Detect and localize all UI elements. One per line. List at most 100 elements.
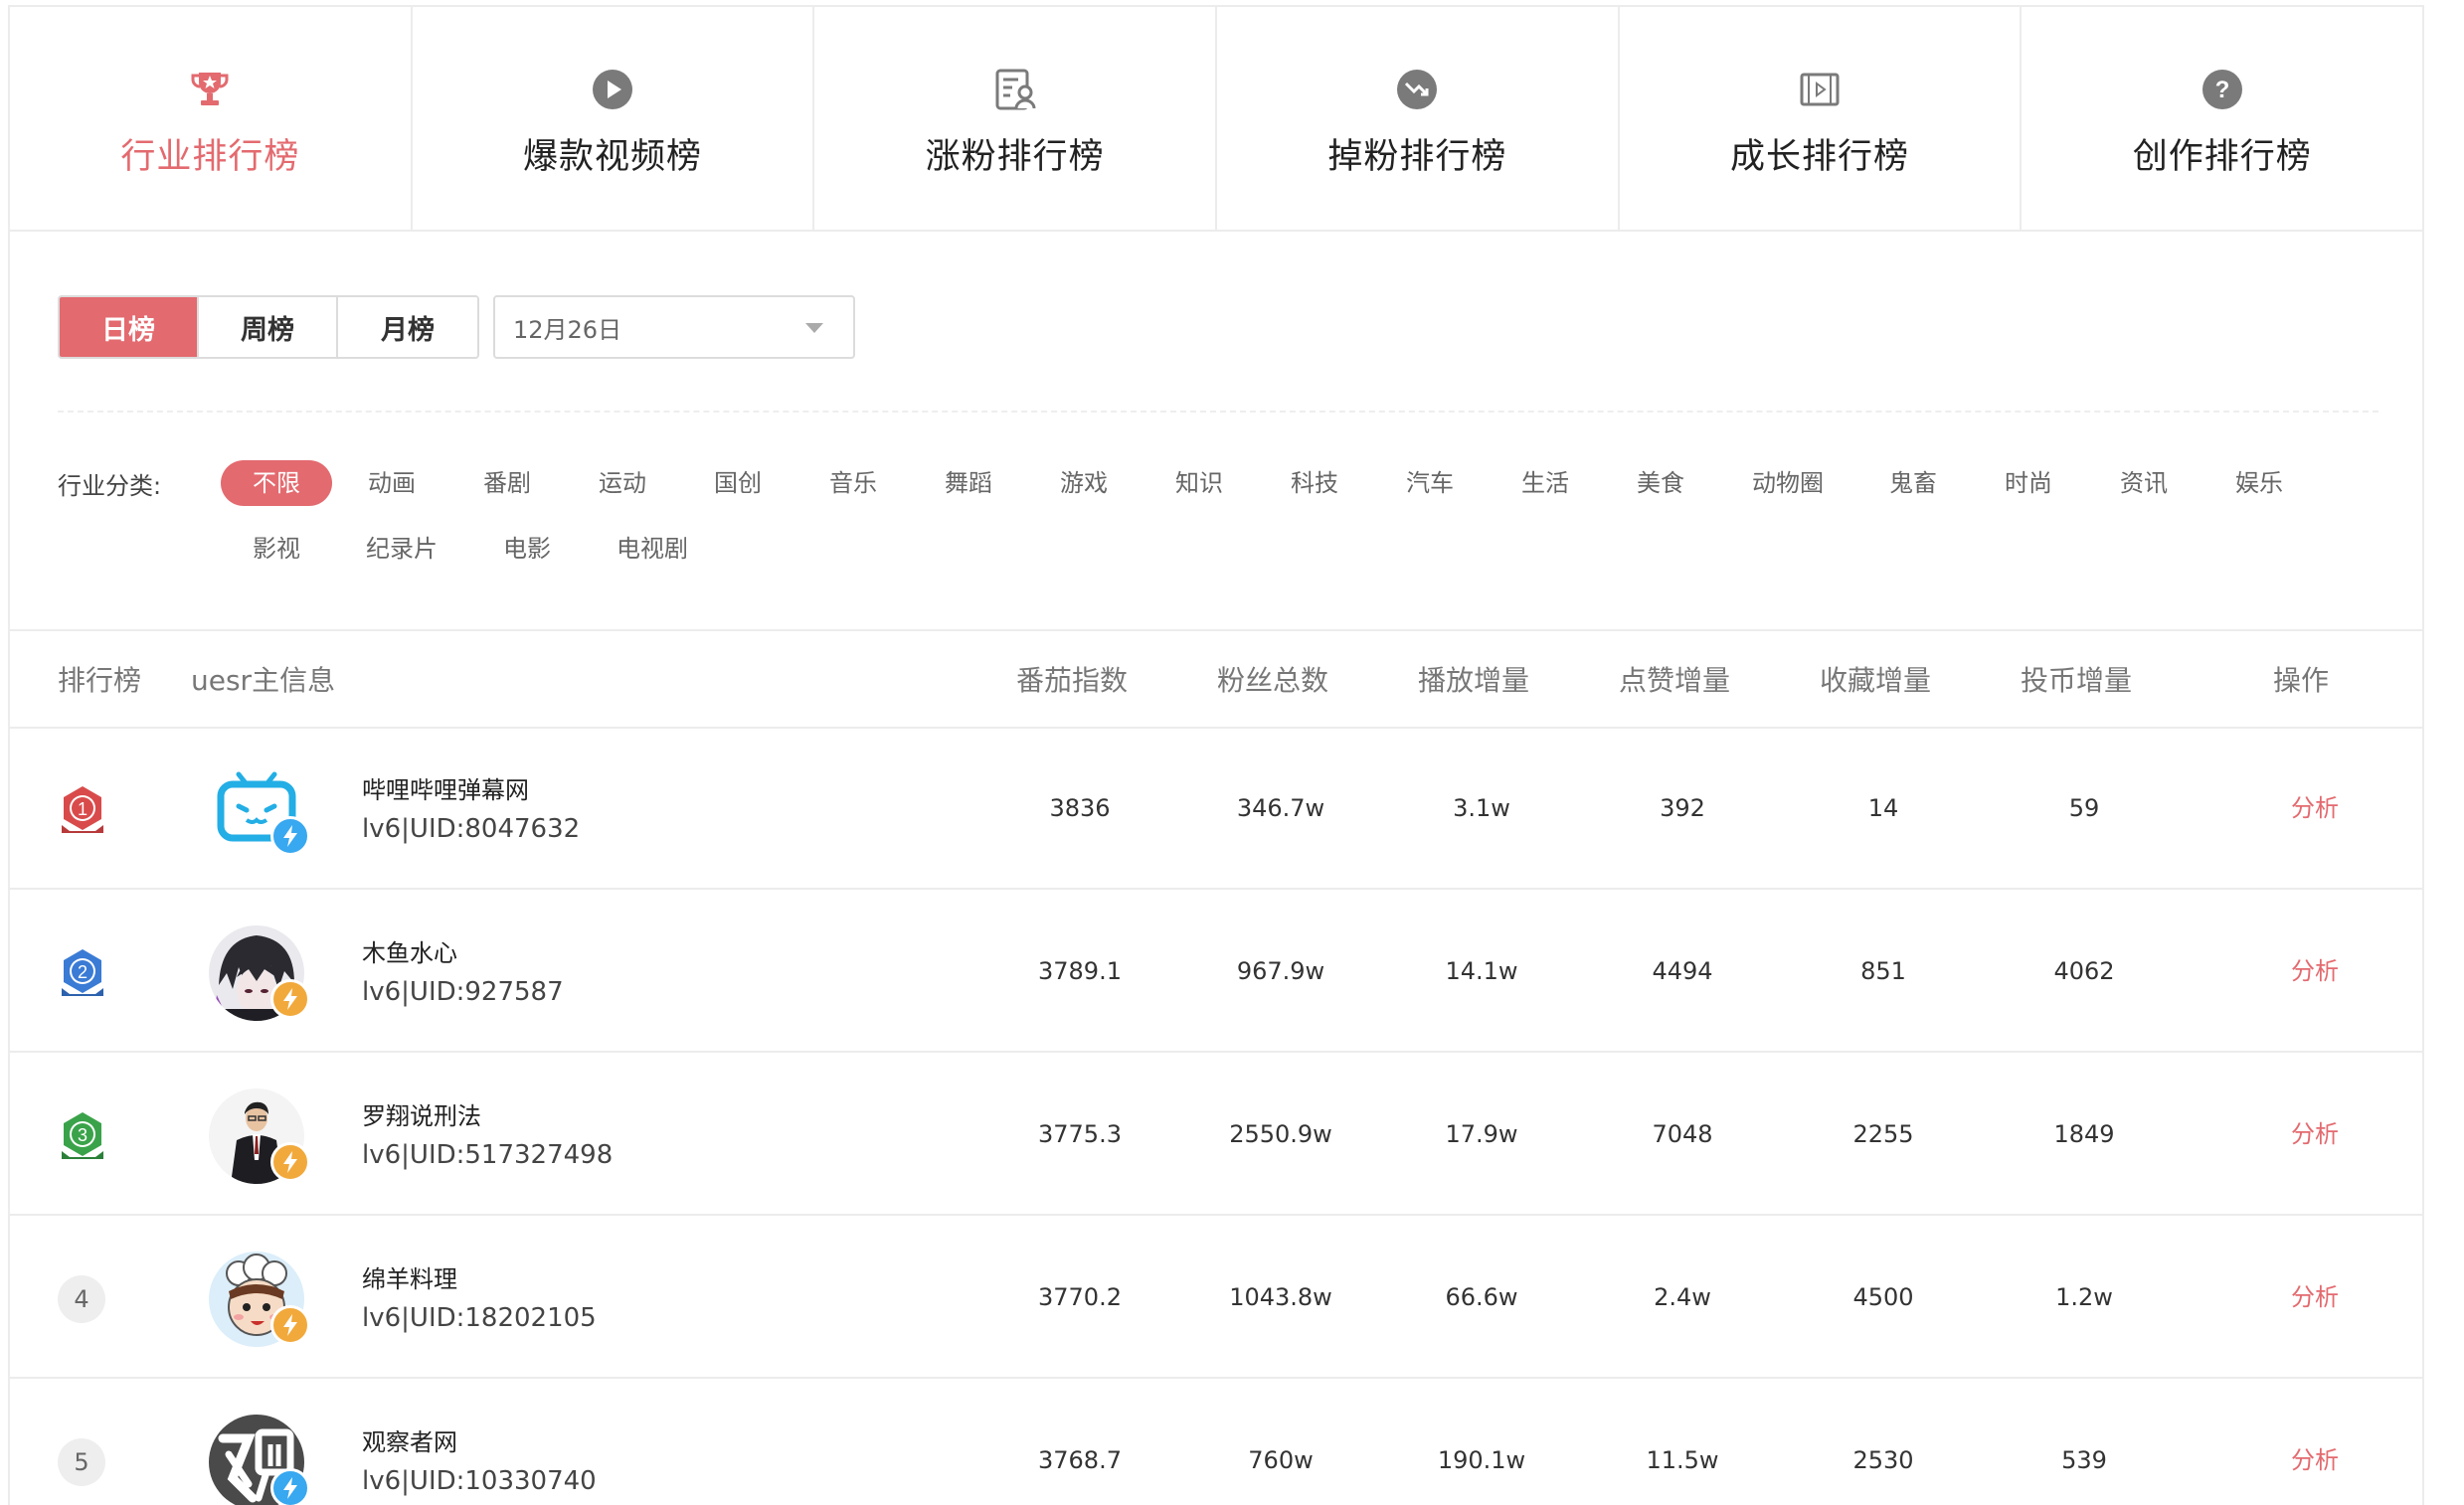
lightning-badge-icon [270,1305,310,1345]
play-growth-value: 190.1w [1437,1446,1526,1474]
tab-hot-video-ranking[interactable]: 爆款视频榜 [413,7,815,232]
tab-creation-ranking[interactable]: ? 创作排行榜 [2022,7,2422,232]
tab-label: 涨粉排行榜 [925,137,1105,177]
coin-growth-value: 59 [2068,794,2100,822]
play-growth-value: 3.1w [1453,794,1510,822]
category-chip[interactable]: 国创 [688,460,788,506]
coin-growth-value: 4062 [2053,957,2115,985]
header-user-info: uesr主信息 [191,664,336,697]
lightning-badge-icon [270,816,310,856]
header-action: 操作 [2273,664,2330,697]
category-chip[interactable]: 运动 [573,460,672,506]
avatar[interactable] [209,1415,310,1505]
play-growth-value: 14.1w [1445,957,1518,985]
category-chip[interactable]: 音乐 [803,460,903,506]
rank-number: 4 [58,1275,105,1323]
period-daily-button[interactable]: 日榜 [60,297,199,357]
divider [58,411,2378,413]
header-coin-growth: 投币增量 [2021,664,2133,697]
category-chip[interactable]: 游戏 [1034,460,1134,506]
avatar[interactable] [209,762,310,858]
user-name[interactable]: 罗翔说刑法 [362,1096,481,1131]
play-icon [588,65,637,114]
category-chip-all[interactable]: 不限 [221,460,332,506]
category-chip[interactable]: 动画 [342,460,441,506]
favorite-growth-value: 851 [1860,957,1906,985]
header-rank: 排行榜 [58,664,142,697]
category-chip[interactable]: 电影 [477,526,577,572]
user-uid: lv6|UID:517327498 [362,1140,614,1170]
category-chip[interactable]: 电视剧 [593,526,712,572]
tab-fans-loss-ranking[interactable]: 掉粉排行榜 [1217,7,1620,232]
rank-number: 5 [58,1438,105,1486]
table-row: 4 绵羊料理 lv6|UID:18202105 3770.2 1043.8w 6… [10,1218,2422,1379]
tomato-index-value: 3789.1 [1038,957,1122,985]
avatar[interactable] [209,1252,310,1347]
period-monthly-button[interactable]: 月榜 [338,297,477,357]
favorite-growth-value: 14 [1867,794,1899,822]
tab-industry-ranking[interactable]: 行业排行榜 [10,7,413,232]
header-favorite-growth: 收藏增量 [1820,664,1932,697]
category-chip[interactable]: 纪录片 [342,526,461,572]
category-chip[interactable]: 鬼畜 [1863,460,1963,506]
category-chip[interactable]: 影视 [227,526,326,572]
analyze-link[interactable]: 分析 [2265,1381,2365,1505]
category-chip[interactable]: 娱乐 [2209,460,2309,506]
tab-fans-gain-ranking[interactable]: 涨粉排行榜 [814,7,1218,232]
category-chip[interactable]: 资讯 [2094,460,2194,506]
rank-silver-badge-icon: 2 [58,946,107,1002]
table-row: 3 罗翔说刑法 lv6|UID:517327498 3775.3 2550.9w… [10,1055,2422,1216]
rank-bronze-badge-icon: 3 [58,1109,107,1165]
header-play-growth: 播放增量 [1418,664,1530,697]
analyze-link[interactable]: 分析 [2265,892,2365,1051]
category-chip[interactable]: 番剧 [457,460,557,506]
tab-growth-ranking[interactable]: 成长排行榜 [1620,7,2023,232]
tomato-index-value: 3770.2 [1038,1283,1122,1311]
category-chip[interactable]: 动物圈 [1728,460,1848,506]
category-chip[interactable]: 美食 [1611,460,1710,506]
like-growth-value: 7048 [1652,1120,1713,1148]
tab-label: 掉粉排行榜 [1327,137,1507,177]
date-select-value: 12月26日 [513,315,622,344]
user-name[interactable]: 哔哩哔哩弹幕网 [362,770,529,805]
coin-growth-value: 1849 [2053,1120,2115,1148]
date-select[interactable]: 12月26日 [493,295,855,359]
category-label: 行业分类: [58,472,162,500]
user-uid: lv6|UID:10330740 [362,1466,597,1496]
period-weekly-button[interactable]: 周榜 [199,297,338,357]
film-icon [1795,65,1845,114]
like-growth-value: 4494 [1652,957,1713,985]
table-row: 1 哔哩哔哩弹幕网 lv6|UID:8047632 3836 346.7w 3.… [10,729,2422,890]
user-name[interactable]: 观察者网 [362,1422,457,1457]
rank-number: 2 [78,962,88,982]
favorite-growth-value: 4500 [1852,1283,1914,1311]
category-chip[interactable]: 汽车 [1380,460,1480,506]
category-chip[interactable]: 科技 [1265,460,1364,506]
rank-number: 3 [78,1125,88,1145]
user-name[interactable]: 木鱼水心 [362,933,457,968]
avatar[interactable] [209,1088,310,1184]
play-growth-value: 66.6w [1445,1283,1518,1311]
user-list-icon [990,65,1040,114]
analyze-link[interactable]: 分析 [2265,1055,2365,1214]
tab-label: 行业排行榜 [120,137,300,177]
like-growth-value: 392 [1660,794,1705,822]
total-fans-value: 346.7w [1236,794,1325,822]
total-fans-value: 2550.9w [1229,1120,1332,1148]
trophy-icon [185,65,235,114]
category-chip[interactable]: 舞蹈 [919,460,1018,506]
favorite-growth-value: 2530 [1852,1446,1914,1474]
category-chip[interactable]: 生活 [1496,460,1595,506]
user-uid: lv6|UID:18202105 [362,1303,597,1333]
tomato-index-value: 3836 [1049,794,1111,822]
category-chip[interactable]: 时尚 [1979,460,2078,506]
user-name[interactable]: 绵羊料理 [362,1259,457,1294]
trend-down-icon [1392,65,1442,114]
ranking-type-tabs: 行业排行榜 爆款视频榜 涨粉排行榜 掉粉排行榜 成长排行榜 ? 创作排行榜 [10,7,2422,232]
analyze-link[interactable]: 分析 [2265,729,2365,888]
category-chip[interactable]: 知识 [1149,460,1249,506]
question-icon: ? [2198,65,2247,114]
rank-gold-badge-icon: 1 [58,783,107,839]
analyze-link[interactable]: 分析 [2265,1218,2365,1377]
avatar[interactable] [209,925,310,1021]
